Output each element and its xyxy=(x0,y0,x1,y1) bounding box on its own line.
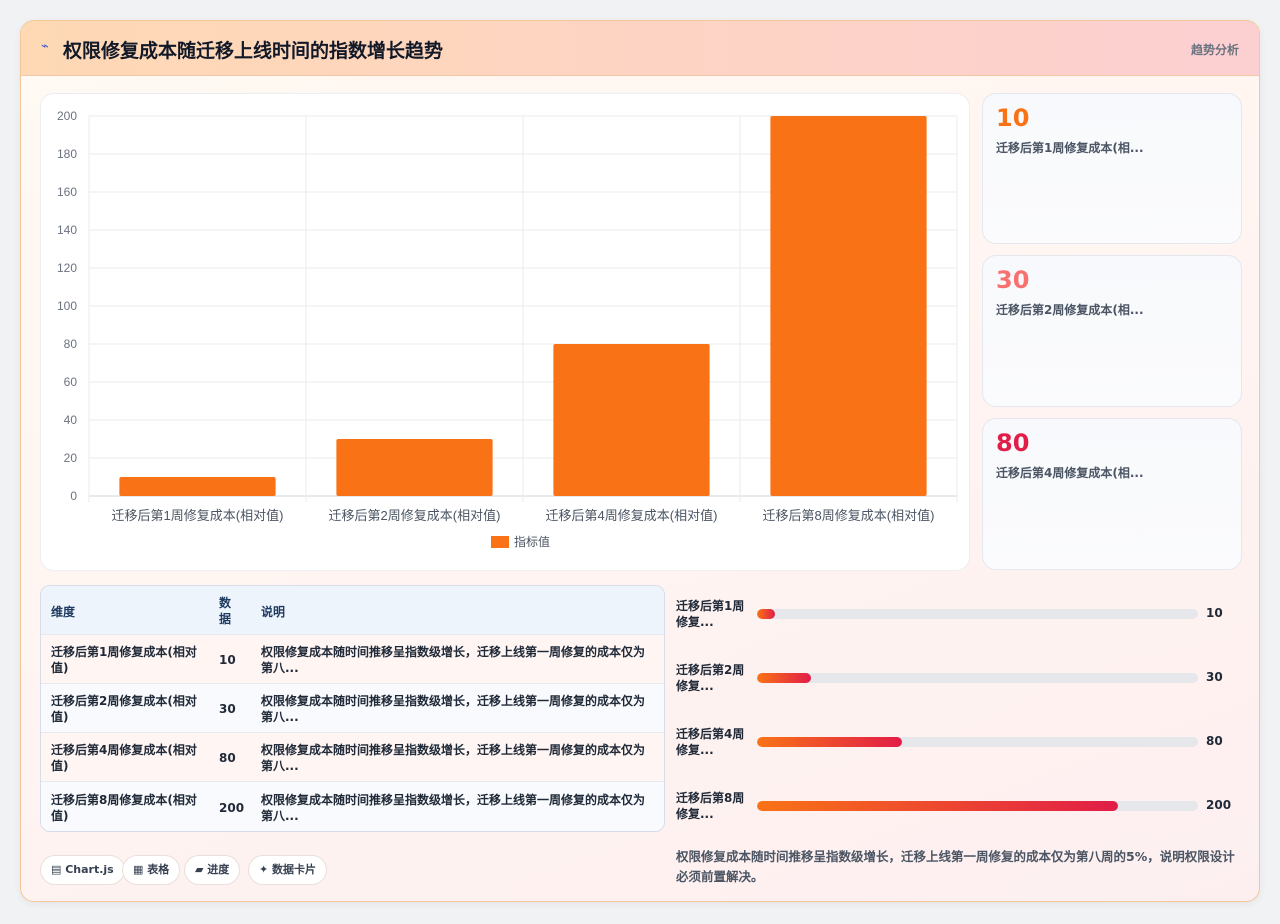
stat-value: 30 xyxy=(996,266,1030,294)
table-pill[interactable]: ▦ 表格 xyxy=(122,855,181,885)
y-tick-label: 140 xyxy=(57,223,77,237)
bar xyxy=(119,477,276,496)
stat-value: 80 xyxy=(996,429,1030,457)
x-tick-label: 迁移后第8周修复成本(相对值) xyxy=(763,508,935,523)
y-tick-label: 200 xyxy=(57,109,77,123)
table-cell-value: 200 xyxy=(219,801,245,815)
table-cell-dimension: 迁移后第1周修复成本(相对值) xyxy=(51,645,197,675)
progress-label: 迁移后第4周修复... xyxy=(676,727,745,757)
column-header-dimension: 维度 xyxy=(51,605,76,619)
y-tick-label: 100 xyxy=(57,299,77,313)
stat-label: 迁移后第2周修复成本(相... xyxy=(996,303,1144,317)
progress-row: 迁移后第8周修复... 200 xyxy=(676,790,1246,830)
bar xyxy=(336,439,493,496)
table-cell-value: 80 xyxy=(219,751,236,765)
table-header-row: 维度 数据 说明 xyxy=(41,586,664,635)
stat-card-week2: 30 迁移后第2周修复成本(相... xyxy=(982,255,1242,407)
bar-chart: 0 20 40 60 80 100 120 140 160 180 200 迁移后第1周修复成本(相对… xyxy=(57,109,958,549)
table-row: 迁移后第4周修复成本(相对值) 80 权限修复成本随时间推移呈指数级增长，迁移上… xyxy=(41,733,664,782)
table-cell-value: 30 xyxy=(219,702,236,716)
chart-trend-icon: ⌁ xyxy=(41,39,49,54)
table-cell-description: 权限修复成本随时间推移呈指数级增长，迁移上线第一周修复的成本仅为第八... xyxy=(261,793,646,823)
column-header-data: 数据 xyxy=(219,596,232,626)
legend-label: 指标值 xyxy=(514,534,550,549)
progress-fill xyxy=(757,737,902,747)
stat-card-week4: 80 迁移后第4周修复成本(相... xyxy=(982,418,1242,570)
legend-swatch xyxy=(491,536,509,548)
page-title: 权限修复成本随迁移上线时间的指数增长趋势 xyxy=(63,40,444,62)
data-table: 维度 数据 说明 迁移后第1周修复成本(相对值) 10 权限修复成本随时间推移呈… xyxy=(40,585,665,832)
table-cell-dimension: 迁移后第8周修复成本(相对值) xyxy=(51,793,197,823)
y-tick-label: 60 xyxy=(64,375,78,389)
progress-label: 迁移后第2周修复... xyxy=(676,663,745,693)
progress-row: 迁移后第2周修复... 30 xyxy=(676,662,1246,702)
bar xyxy=(770,116,927,496)
progress-list: 迁移后第1周修复... 10 迁移后第2周修复... 30 迁移后第4周修复..… xyxy=(676,596,1246,826)
progress-value: 80 xyxy=(1206,734,1223,748)
progress-row: 迁移后第4周修复... 80 xyxy=(676,726,1246,766)
y-tick-label: 0 xyxy=(70,489,77,503)
chartjs-pill[interactable]: ▤ Chart.js xyxy=(40,855,125,885)
progress-fill xyxy=(757,673,812,683)
progress-value: 30 xyxy=(1206,670,1223,684)
table-cell-dimension: 迁移后第4周修复成本(相对值) xyxy=(51,743,197,773)
table-cell-description: 权限修复成本随时间推移呈指数级增长，迁移上线第一周修复的成本仅为第八... xyxy=(261,743,646,773)
trend-analysis-badge[interactable]: 趋势分析 xyxy=(1191,41,1239,58)
column-header-description: 说明 xyxy=(261,605,286,619)
progress-row: 迁移后第1周修复... 10 xyxy=(676,598,1246,638)
x-tick-label: 迁移后第1周修复成本(相对值) xyxy=(112,508,284,523)
y-tick-label: 20 xyxy=(64,451,78,465)
progress-track xyxy=(757,801,1198,811)
y-tick-label: 80 xyxy=(64,337,78,351)
progress-value: 10 xyxy=(1206,606,1223,620)
table-row: 迁移后第8周修复成本(相对值) 200 权限修复成本随时间推移呈指数级增长，迁移… xyxy=(41,782,664,831)
progress-track xyxy=(757,673,1198,683)
bar-chart-panel: 0 20 40 60 80 100 120 140 160 180 200 迁移后第1周修复成本(相对… xyxy=(40,93,970,571)
progress-track xyxy=(757,609,1198,619)
progress-fill xyxy=(757,609,776,619)
table-cell-description: 权限修复成本随时间推移呈指数级增长，迁移上线第一周修复的成本仅为第八... xyxy=(261,694,646,724)
progress-pill[interactable]: ▰ 进度 xyxy=(184,855,241,885)
progress-fill xyxy=(757,801,1119,811)
progress-value: 200 xyxy=(1206,798,1232,812)
table-cell-dimension: 迁移后第2周修复成本(相对值) xyxy=(51,694,197,724)
y-tick-label: 160 xyxy=(57,185,77,199)
x-tick-label: 迁移后第2周修复成本(相对值) xyxy=(329,508,501,523)
table-cell-value: 10 xyxy=(219,653,236,667)
dashboard-card: ⌁ 权限修复成本随迁移上线时间的指数增长趋势 趋势分析 0 20 40 60 80 100… xyxy=(20,20,1260,902)
bar xyxy=(553,344,710,496)
y-tick-label: 180 xyxy=(57,147,77,161)
stat-card-week1: 10 迁移后第1周修复成本(相... xyxy=(982,93,1242,244)
stat-label: 迁移后第1周修复成本(相... xyxy=(996,141,1144,155)
stat-label: 迁移后第4周修复成本(相... xyxy=(996,466,1144,480)
table-row: 迁移后第1周修复成本(相对值) 10 权限修复成本随时间推移呈指数级增长，迁移上… xyxy=(41,635,664,684)
card-header: ⌁ 权限修复成本随迁移上线时间的指数增长趋势 趋势分析 xyxy=(21,21,1259,76)
table-cell-description: 权限修复成本随时间推移呈指数级增长，迁移上线第一周修复的成本仅为第八... xyxy=(261,645,646,675)
table-row: 迁移后第2周修复成本(相对值) 30 权限修复成本随时间推移呈指数级增长，迁移上… xyxy=(41,684,664,733)
y-tick-label: 120 xyxy=(57,261,77,275)
y-tick-label: 40 xyxy=(64,413,78,427)
progress-label: 迁移后第1周修复... xyxy=(676,599,745,629)
stat-value: 10 xyxy=(996,104,1030,132)
x-tick-label: 迁移后第4周修复成本(相对值) xyxy=(546,508,718,523)
progress-label: 迁移后第8周修复... xyxy=(676,791,745,821)
data-card-pill[interactable]: ✦ 数据卡片 xyxy=(248,855,328,885)
progress-track xyxy=(757,737,1198,747)
summary-note: 权限修复成本随时间推移呈指数级增长，迁移上线第一周修复的成本仅为第八周的5%，说… xyxy=(676,849,1235,884)
